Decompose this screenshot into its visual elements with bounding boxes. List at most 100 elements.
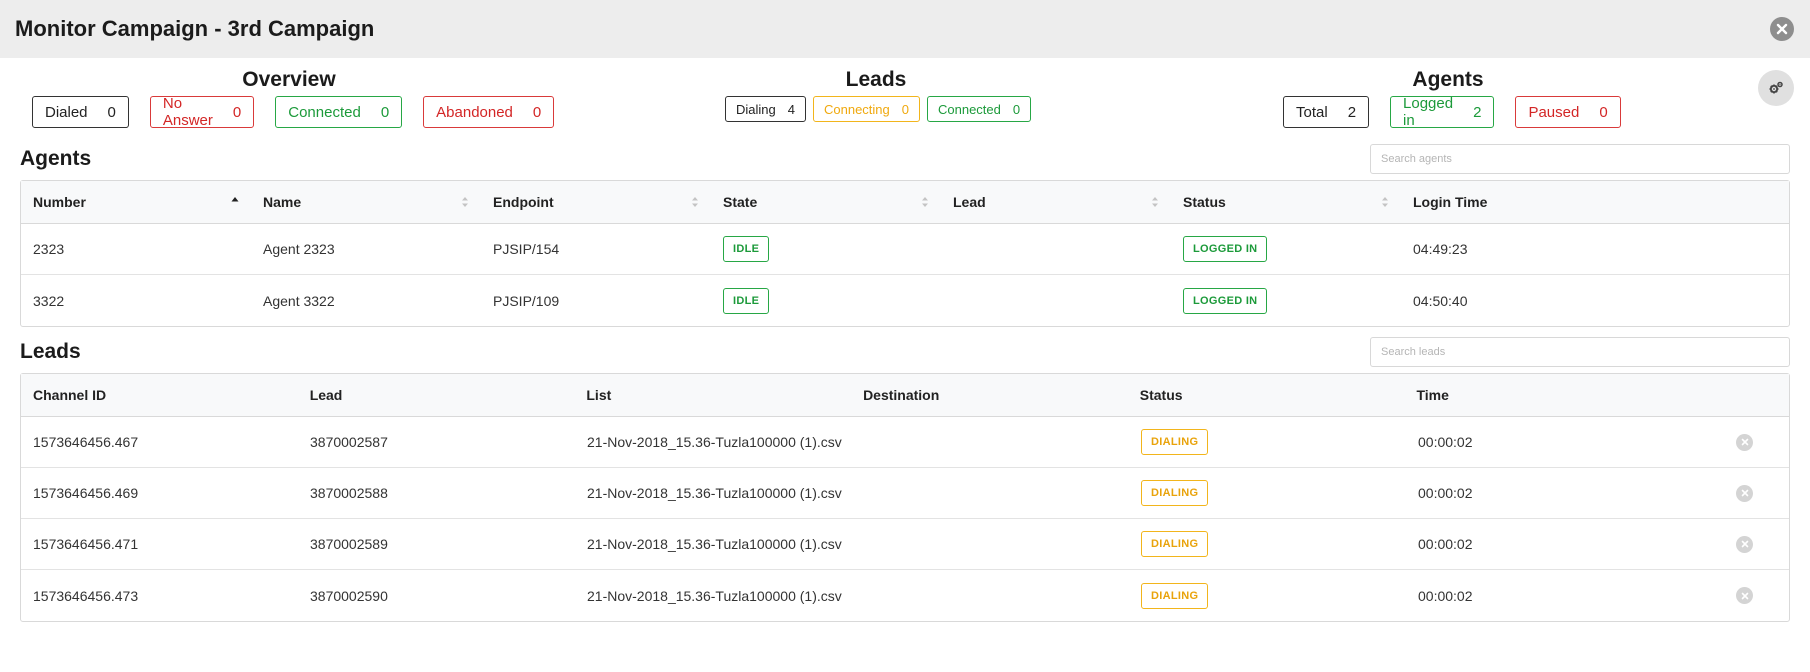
- stat-label: Logged in: [1403, 95, 1454, 129]
- remove-lead-button[interactable]: [1736, 433, 1753, 451]
- stat-label: Total: [1296, 103, 1328, 121]
- cell-name: Agent 3322: [263, 292, 335, 309]
- leads-section-header: Leads: [0, 331, 1810, 373]
- table-row: 1573646456.473 3870002590 21-Nov-2018_15…: [21, 570, 1789, 621]
- remove-lead-button[interactable]: [1736, 535, 1753, 553]
- column-header-lead[interactable]: Lead: [941, 181, 1171, 223]
- status-badge: LOGGED IN: [1183, 287, 1268, 314]
- sort-arrows-icon: [1152, 197, 1158, 207]
- modal-header: Monitor Campaign - 3rd Campaign: [0, 0, 1810, 58]
- cell-status: DIALING: [1129, 582, 1406, 609]
- sort-arrows-icon: [462, 197, 468, 207]
- cell-lead: 3870002587: [310, 434, 388, 450]
- column-header-name[interactable]: Name: [251, 181, 481, 223]
- close-icon: [1741, 592, 1748, 599]
- column-label: Channel ID: [33, 387, 107, 403]
- stat-label: Dialing: [736, 101, 776, 117]
- stat-total: Total 2: [1283, 96, 1370, 128]
- cell-status: DIALING: [1129, 429, 1406, 455]
- stat-connected: Connected 0: [275, 96, 403, 128]
- state-badge: IDLE: [723, 287, 770, 314]
- remove-lead-button[interactable]: [1736, 484, 1753, 502]
- stat-logged-in: Logged in 2: [1390, 95, 1495, 129]
- column-label: State: [723, 194, 758, 210]
- stat-value: 4: [787, 101, 795, 117]
- close-icon: [1741, 438, 1748, 446]
- search-agents-input[interactable]: [1370, 144, 1790, 174]
- stat-paused: Paused 0: [1515, 96, 1621, 128]
- stat-value: 0: [901, 101, 909, 117]
- leads-summary-group: Leads Dialing 4 Connecting 0 Connected 0: [725, 68, 1032, 122]
- stat-label: Dialed: [45, 103, 88, 121]
- stat-value: 0: [1599, 103, 1608, 121]
- column-label: Status: [1139, 387, 1183, 403]
- sort-arrows-icon: [692, 197, 698, 207]
- overview-title: Overview: [242, 68, 336, 91]
- sort-arrows-icon: [1382, 197, 1388, 207]
- status-badge: LOGGED IN: [1183, 236, 1268, 262]
- cell-state: IDLE: [711, 287, 941, 314]
- stat-value: 0: [380, 103, 390, 121]
- column-label: Endpoint: [493, 194, 554, 210]
- overview-group: Overview Dialed 0 No Answer 0 Connected 0 A…: [32, 68, 555, 129]
- cell-login-time: 04:49:23: [1413, 241, 1468, 257]
- column-label: Lead: [953, 194, 986, 210]
- cell-channel-id: 1573646456.471: [33, 536, 139, 552]
- cell-channel-id: 1573646456.473: [33, 587, 139, 604]
- table-row: 1573646456.469 3870002588 21-Nov-2018_15…: [21, 468, 1789, 519]
- cell-list: 21-Nov-2018_15.36-Tuzla100000 (1).csv: [587, 536, 842, 552]
- column-label: Status: [1183, 194, 1226, 210]
- agents-table-header: Number Name Endpoint State Lead Status L…: [21, 181, 1789, 224]
- summary-panel: Overview Dialed 0 No Answer 0 Connected 0 A…: [0, 58, 1810, 138]
- column-header-status[interactable]: Status: [1171, 181, 1401, 223]
- column-label: List: [586, 387, 612, 403]
- stat-value: 0: [532, 103, 542, 121]
- cell-time: 00:00:02: [1418, 485, 1473, 501]
- stat-value: 0: [232, 103, 242, 121]
- search-leads-input[interactable]: [1370, 337, 1790, 367]
- page-title: Monitor Campaign - 3rd Campaign: [15, 16, 375, 41]
- stat-label: Paused: [1528, 103, 1580, 121]
- stat-value: 0: [107, 103, 116, 121]
- stat-value: 2: [1347, 103, 1357, 121]
- stat-label: Connected: [288, 103, 361, 121]
- stat-label: Connecting: [823, 101, 890, 117]
- agents-section-title: Agents: [20, 147, 92, 170]
- remove-lead-button[interactable]: [1736, 587, 1753, 604]
- cell-number: 3322: [33, 292, 65, 309]
- cell-channel-id: 1573646456.467: [33, 434, 139, 450]
- cell-list: 21-Nov-2018_15.36-Tuzla100000 (1).csv: [587, 434, 842, 450]
- table-row: 3322 Agent 3322 PJSIP/109 IDLE LOGGED IN…: [21, 275, 1789, 326]
- table-row: 2323 Agent 2323 PJSIP/154 IDLE LOGGED IN…: [21, 224, 1789, 275]
- column-header-time: Time: [1404, 374, 1789, 416]
- stat-abandoned: Abandoned 0: [423, 96, 555, 128]
- column-label: Time: [1416, 387, 1449, 403]
- stat-label: No Answer: [162, 95, 213, 129]
- status-badge: DIALING: [1141, 429, 1209, 455]
- close-icon: [1776, 23, 1788, 35]
- state-badge: IDLE: [723, 236, 770, 262]
- status-badge: DIALING: [1141, 480, 1209, 506]
- close-modal-button[interactable]: [1770, 17, 1794, 41]
- stat-value: 0: [1012, 101, 1021, 117]
- cell-list: 21-Nov-2018_15.36-Tuzla100000 (1).csv: [587, 587, 842, 604]
- cell-state: IDLE: [711, 236, 941, 262]
- cell-lead: 3870002590: [310, 587, 388, 604]
- column-header-number[interactable]: Number: [21, 181, 251, 223]
- cell-endpoint: PJSIP/154: [493, 241, 560, 257]
- agents-summary-title: Agents: [1412, 68, 1484, 91]
- column-header-login-time[interactable]: Login Time: [1401, 181, 1771, 223]
- column-header-endpoint[interactable]: Endpoint: [481, 181, 711, 223]
- settings-button[interactable]: [1758, 70, 1794, 106]
- column-header-state[interactable]: State: [711, 181, 941, 223]
- leads-table-header: Channel ID Lead List Destination Status …: [21, 374, 1789, 417]
- table-row: 1573646456.467 3870002587 21-Nov-2018_15…: [21, 417, 1789, 468]
- cell-time: 00:00:02: [1418, 434, 1473, 450]
- close-icon: [1741, 489, 1748, 497]
- agents-summary-group: Agents Total 2 Logged in 2 Paused 0: [1283, 68, 1621, 129]
- cell-status: LOGGED IN: [1171, 287, 1401, 314]
- column-header-channel-id: Channel ID: [21, 374, 298, 416]
- cell-endpoint: PJSIP/109: [493, 292, 560, 309]
- cell-login-time: 04:50:40: [1413, 292, 1468, 309]
- cell-number: 2323: [33, 241, 65, 257]
